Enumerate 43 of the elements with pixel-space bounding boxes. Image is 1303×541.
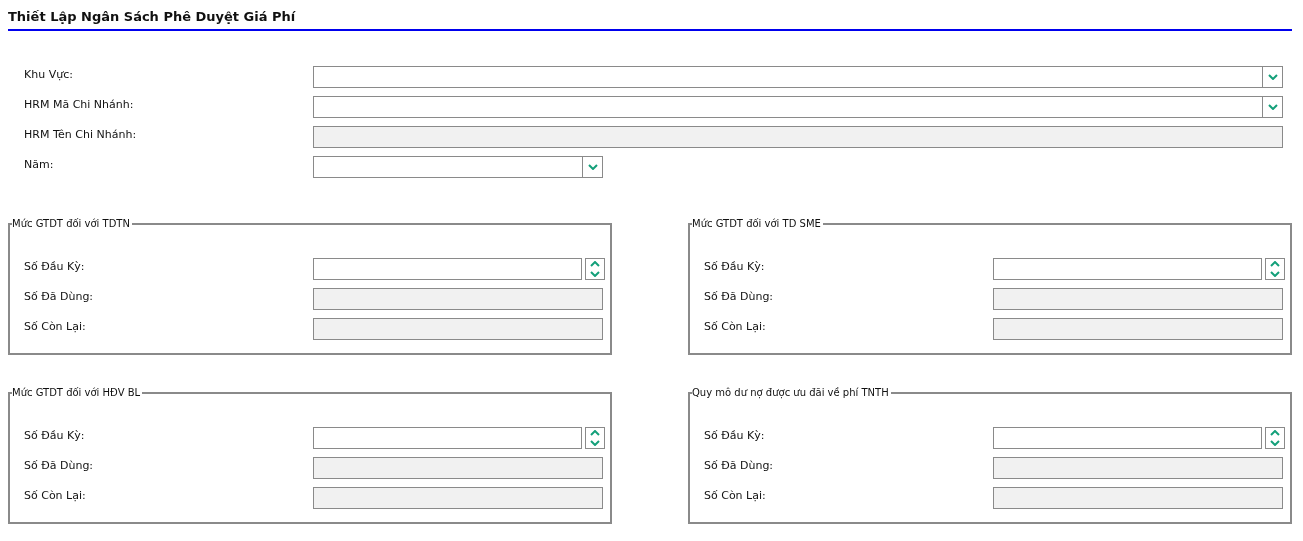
chevron-down-icon <box>1270 271 1280 277</box>
dropdown-field[interactable] <box>313 96 1283 118</box>
field-label: Số Đã Dùng: <box>704 289 775 305</box>
field-label: Số Còn Lại: <box>24 319 87 335</box>
field-label: Số Đầu Kỳ: <box>24 259 86 275</box>
field-label: Khu Vực: <box>24 67 74 83</box>
field-label: HRM Tên Chi Nhánh: <box>24 127 138 143</box>
field-label: Số Đã Dùng: <box>24 289 95 305</box>
group-legend: Mức GTDT đối với TD SME <box>692 216 823 231</box>
input-field[interactable] <box>993 427 1262 449</box>
field-label: Số Còn Lại: <box>24 488 87 504</box>
chevron-up-icon <box>1270 261 1280 267</box>
chevron-up-icon <box>590 430 600 436</box>
chevron-down-icon <box>1267 74 1278 80</box>
field-label: HRM Mã Chi Nhánh: <box>24 97 135 113</box>
dropdown-field[interactable] <box>313 156 603 178</box>
group-legend: Mức GTDT đối với TDTN <box>12 216 132 231</box>
chevron-down-icon <box>1267 104 1278 110</box>
chevron-up-icon <box>590 261 600 267</box>
chevron-down-icon <box>587 164 598 170</box>
field-label: Số Còn Lại: <box>704 319 767 335</box>
field-label: Năm: <box>24 157 55 173</box>
field-label: Số Đầu Kỳ: <box>24 428 86 444</box>
input-field[interactable] <box>313 258 582 280</box>
field-label: Số Đã Dùng: <box>24 458 95 474</box>
page-title: Thiết Lập Ngân Sách Phê Duyệt Giá Phí <box>8 8 297 26</box>
input-field[interactable] <box>993 258 1262 280</box>
chevron-down-icon <box>1270 440 1280 446</box>
dropdown-field[interactable] <box>313 66 1283 88</box>
spinner-button[interactable] <box>585 427 605 449</box>
field-label: Số Đã Dùng: <box>704 458 775 474</box>
group-legend: Quy mô dư nợ được ưu đãi về phí TNTH <box>692 385 891 400</box>
chevron-up-icon <box>1270 430 1280 436</box>
spinner-button[interactable] <box>585 258 605 280</box>
spinner-button[interactable] <box>1265 427 1285 449</box>
chevron-down-icon <box>590 271 600 277</box>
field-label: Số Đầu Kỳ: <box>704 259 766 275</box>
chevron-down-icon <box>590 440 600 446</box>
input-field[interactable] <box>313 427 582 449</box>
group-legend: Mức GTDT đối với HĐV BL <box>12 385 143 400</box>
spinner-button[interactable] <box>1265 258 1285 280</box>
field-label: Số Đầu Kỳ: <box>704 428 766 444</box>
field-label: Số Còn Lại: <box>704 488 767 504</box>
